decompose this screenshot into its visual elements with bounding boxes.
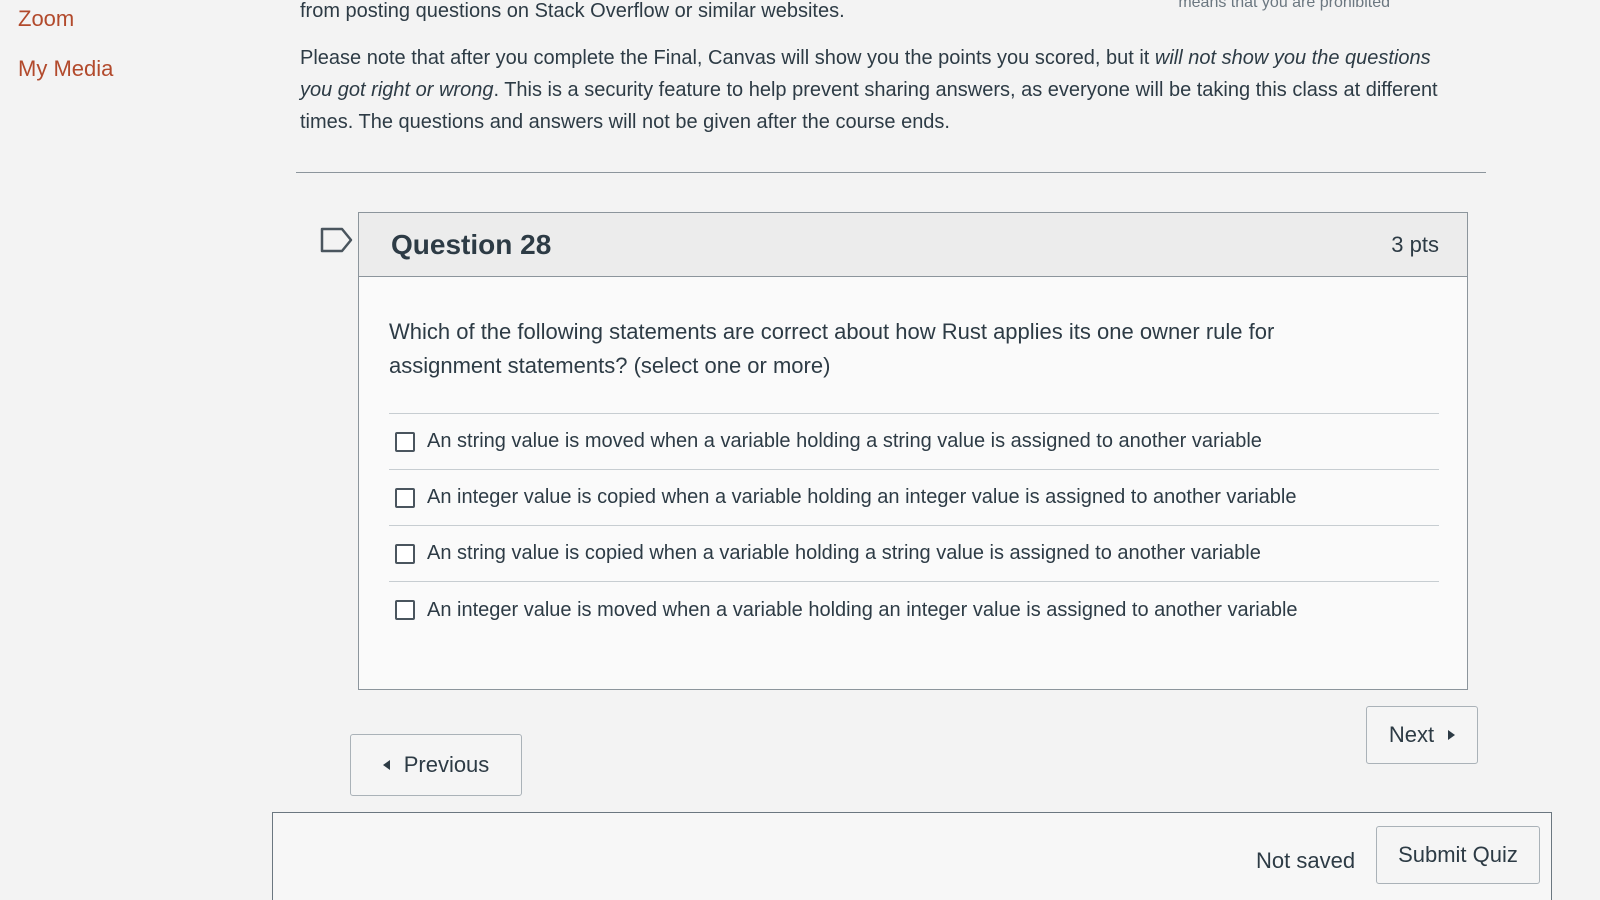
answer-checkbox[interactable] <box>395 431 415 452</box>
notice-part1: Please note that after you complete the … <box>300 47 1155 69</box>
previous-button[interactable]: Previous <box>350 734 522 796</box>
chevron-right-icon <box>1448 730 1456 740</box>
answer-checkbox[interactable] <box>395 487 415 508</box>
chevron-left-icon <box>382 760 390 770</box>
next-label: Next <box>1388 722 1435 747</box>
question-header: Question 28 3 pts <box>359 213 1467 277</box>
answer-checkbox[interactable] <box>395 600 415 620</box>
question-points: 3 pts <box>1391 231 1439 257</box>
question-title: Question 28 <box>391 228 552 260</box>
next-button[interactable]: Next <box>1366 706 1478 764</box>
course-sidebar: Zoom My Media <box>0 0 260 900</box>
sidebar-item-zoom[interactable]: Zoom <box>18 6 74 32</box>
quiz-page: Zoom My Media from posting questions on … <box>0 0 1600 900</box>
answer-checkbox[interactable] <box>395 543 415 564</box>
intro-top-line: from posting questions on Stack Overflow… <box>300 0 845 22</box>
answer-label: An integer value is copied when a variab… <box>427 486 1297 508</box>
answer-option[interactable]: An string value is copied when a variabl… <box>389 526 1439 582</box>
answer-option[interactable]: An integer value is copied when a variab… <box>389 470 1439 526</box>
submit-quiz-button[interactable]: Submit Quiz <box>1376 826 1540 884</box>
answer-label: An string value is copied when a variabl… <box>427 542 1261 564</box>
final-notice: Please note that after you complete the … <box>300 42 1450 138</box>
flag-question-icon[interactable] <box>320 227 354 253</box>
save-status: Not saved <box>1256 848 1356 873</box>
answer-list: An string value is moved when a variable… <box>389 413 1439 638</box>
answer-option[interactable]: An string value is moved when a variable… <box>389 414 1439 470</box>
quiz-footer <box>272 812 1552 900</box>
intro-top-right: means that you are prohibited <box>1178 0 1390 11</box>
sidebar-item-my-media[interactable]: My Media <box>18 56 113 82</box>
question-body: Which of the following statements are co… <box>359 277 1467 638</box>
divider <box>296 172 1486 173</box>
answer-label: An integer value is moved when a variabl… <box>427 598 1298 621</box>
answer-option[interactable]: An integer value is moved when a variabl… <box>389 582 1439 638</box>
question-text: Which of the following statements are co… <box>389 319 1275 378</box>
answer-label: An string value is moved when a variable… <box>427 430 1262 452</box>
question-card: Question 28 3 pts Which of the following… <box>358 212 1468 690</box>
previous-label: Previous <box>403 752 490 777</box>
